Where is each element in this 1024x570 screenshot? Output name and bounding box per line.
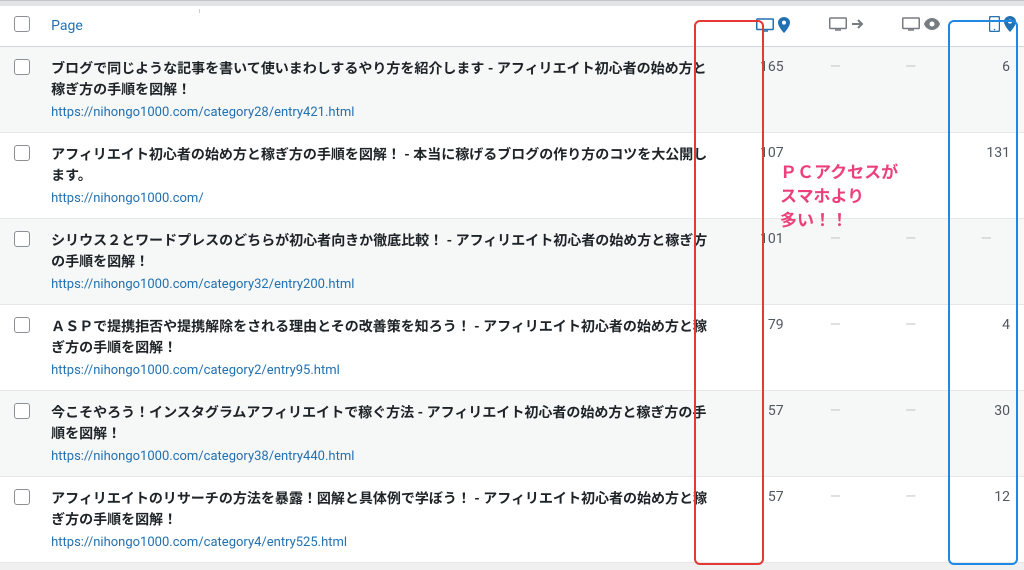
metric-value: 79: [722, 305, 797, 391]
page-title: 今こそやろう！インスタグラムアフィリエイトで稼ぐ方法 - アフィリエイト初心者の…: [51, 403, 714, 445]
row-checkbox[interactable]: [14, 317, 30, 333]
metric-empty: —: [798, 391, 873, 477]
page-title: ＡＳＰで提携拒否や提携解除をされる理由とその改善策を知ろう！ - アフィリエイト…: [51, 317, 714, 359]
row-checkbox-cell: [0, 219, 43, 305]
page-title: ブログで同じような記事を書いて使いまわしするやり方を紹介します - アフィリエイ…: [51, 59, 714, 101]
row-checkbox[interactable]: [14, 489, 30, 505]
row-checkbox-cell: [0, 305, 43, 391]
page-title: アフィリエイト初心者の始め方と稼ぎ方の手順を図解！ - 本当に稼げるブログの作り…: [51, 145, 714, 187]
page-cell: アフィリエイトのリサーチの方法を暴露！図解と具体例で学ぼう！ - アフィリエイト…: [43, 477, 722, 563]
header-mobile-pin[interactable]: [948, 6, 1024, 47]
desktop-icon: [902, 17, 920, 31]
metric-value: 4: [948, 305, 1024, 391]
page-cell: ブログで同じような記事を書いて使いまわしするやり方を紹介します - アフィリエイ…: [43, 47, 722, 133]
table-row: アフィリエイト初心者の始め方と稼ぎ方の手順を図解！ - 本当に稼げるブログの作り…: [0, 133, 1024, 219]
header-desktop-arrow[interactable]: [798, 6, 873, 47]
row-checkbox-cell: [0, 133, 43, 219]
metric-value: 57: [722, 391, 797, 477]
row-checkbox[interactable]: [14, 231, 30, 247]
metric-empty: —: [798, 219, 873, 305]
page-cell: シリウス２とワードプレスのどちらが初心者向きか徹底比較！ - アフィリエイト初心…: [43, 219, 722, 305]
row-checkbox[interactable]: [14, 145, 30, 161]
metric-empty: [873, 133, 948, 219]
metric-empty: —: [873, 219, 948, 305]
page-url[interactable]: https://nihongo1000.com/: [51, 191, 714, 206]
metric-empty: —: [873, 477, 948, 563]
mobile-icon: [989, 16, 1000, 32]
page-url[interactable]: https://nihongo1000.com/category32/entry…: [51, 277, 714, 292]
page-title: シリウス２とワードプレスのどちらが初心者向きか徹底比較！ - アフィリエイト初心…: [51, 231, 714, 273]
metric-value: 6: [948, 47, 1024, 133]
metric-value: 57: [722, 477, 797, 563]
pin-icon: [778, 17, 790, 33]
arrow-right-icon: [851, 17, 865, 31]
table-row: 今こそやろう！インスタグラムアフィリエイトで稼ぐ方法 - アフィリエイト初心者の…: [0, 391, 1024, 477]
page-title: アフィリエイトのリサーチの方法を暴露！図解と具体例で学ぼう！ - アフィリエイト…: [51, 489, 714, 531]
metric-value: 30: [948, 391, 1024, 477]
row-checkbox[interactable]: [14, 403, 30, 419]
metric-empty: —: [873, 305, 948, 391]
page-url[interactable]: https://nihongo1000.com/category2/entry9…: [51, 363, 714, 378]
page-cell: ＡＳＰで提携拒否や提携解除をされる理由とその改善策を知ろう！ - アフィリエイト…: [43, 305, 722, 391]
table-row: ブログで同じような記事を書いて使いまわしするやり方を紹介します - アフィリエイ…: [0, 47, 1024, 133]
header-desktop-eye[interactable]: [873, 6, 948, 47]
desktop-icon: [829, 17, 847, 31]
row-checkbox-cell: [0, 477, 43, 563]
pin-icon: [1004, 16, 1016, 32]
metric-empty: —: [873, 47, 948, 133]
metric-empty: —: [798, 305, 873, 391]
page-url[interactable]: https://nihongo1000.com/category4/entry5…: [51, 535, 714, 550]
page-cell: アフィリエイト初心者の始め方と稼ぎ方の手順を図解！ - 本当に稼げるブログの作り…: [43, 133, 722, 219]
metric-empty: —: [798, 47, 873, 133]
select-all-checkbox[interactable]: [14, 16, 30, 32]
metric-empty: [798, 133, 873, 219]
eye-icon: [924, 18, 940, 30]
metric-empty: —: [948, 219, 1024, 305]
pages-table: Page: [0, 6, 1024, 563]
table-row: アフィリエイトのリサーチの方法を暴露！図解と具体例で学ぼう！ - アフィリエイト…: [0, 477, 1024, 563]
metric-value: 165: [722, 47, 797, 133]
row-checkbox[interactable]: [14, 59, 30, 75]
table-row: シリウス２とワードプレスのどちらが初心者向きか徹底比較！ - アフィリエイト初心…: [0, 219, 1024, 305]
header-desktop-pin[interactable]: [722, 6, 797, 47]
page-url[interactable]: https://nihongo1000.com/category28/entry…: [51, 105, 714, 120]
row-checkbox-cell: [0, 391, 43, 477]
page-cell: 今こそやろう！インスタグラムアフィリエイトで稼ぐ方法 - アフィリエイト初心者の…: [43, 391, 722, 477]
metric-value: 131: [948, 133, 1024, 219]
table-row: ＡＳＰで提携拒否や提携解除をされる理由とその改善策を知ろう！ - アフィリエイト…: [0, 305, 1024, 391]
metric-value: 107: [722, 133, 797, 219]
metric-empty: —: [873, 391, 948, 477]
row-checkbox-cell: [0, 47, 43, 133]
desktop-icon: [756, 18, 774, 32]
metric-value: 101: [722, 219, 797, 305]
page-url[interactable]: https://nihongo1000.com/category38/entry…: [51, 449, 714, 464]
metric-empty: —: [798, 477, 873, 563]
metric-value: 12: [948, 477, 1024, 563]
header-page-label: Page: [51, 18, 83, 34]
